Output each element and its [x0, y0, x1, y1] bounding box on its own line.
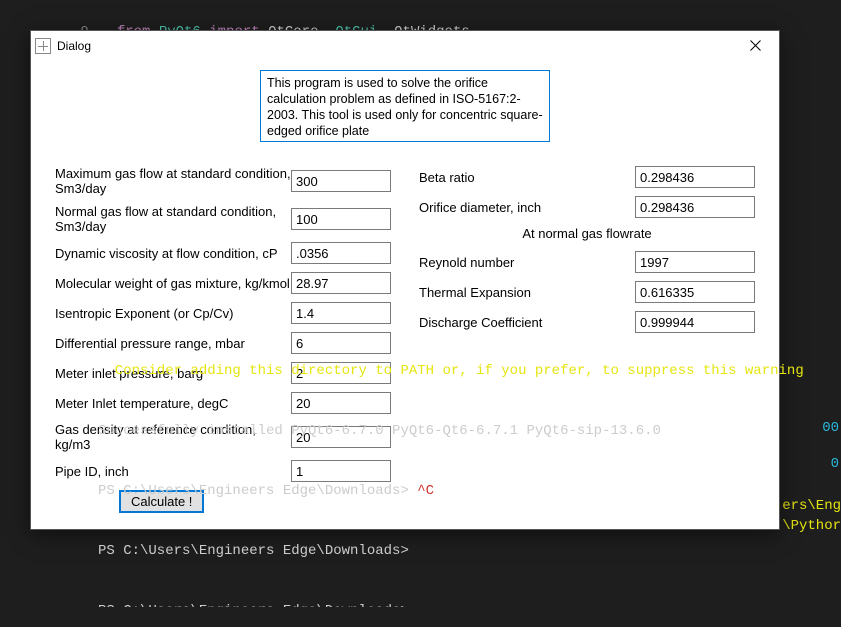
field-label: Dynamic viscosity at flow condition, cP — [55, 246, 291, 261]
close-icon — [750, 40, 761, 51]
window-title: Dialog — [57, 39, 91, 53]
terminal[interactable]: Consider adding this directory to PATH o… — [98, 321, 841, 627]
terminal-line: Consider adding this directory to PATH o… — [98, 361, 841, 381]
normal-gas-flow-input[interactable] — [291, 208, 391, 230]
field-label: Normal gas flow at standard condition, S… — [55, 204, 291, 234]
field-label: Maximum gas flow at standard condition, … — [55, 166, 291, 196]
field-label: Molecular weight of gas mixture, kg/kmol — [55, 276, 291, 291]
field-label: Orifice diameter, inch — [419, 200, 635, 215]
field-label: Beta ratio — [419, 170, 635, 185]
beta-ratio-output[interactable] — [635, 166, 755, 188]
terminal-line: PS C:\Users\Engineers Edge\Downloads> ^C — [98, 481, 841, 501]
titlebar[interactable]: Dialog — [31, 31, 779, 60]
orifice-diameter-output[interactable] — [635, 196, 755, 218]
field-label: Isentropic Exponent (or Cp/Cv) — [55, 306, 291, 321]
terminal-line: PS C:\Users\Engineers Edge\Downloads> — [98, 541, 841, 561]
dynamic-viscosity-input[interactable] — [291, 242, 391, 264]
max-gas-flow-input[interactable] — [291, 170, 391, 192]
terminal-line: PS C:\Users\Engineers Edge\Downloads> — [98, 601, 841, 607]
thermal-expansion-output[interactable] — [635, 281, 755, 303]
reynold-number-output[interactable] — [635, 251, 755, 273]
subheading: At normal gas flowrate — [419, 226, 755, 241]
close-button[interactable] — [735, 32, 775, 60]
description-box[interactable]: This program is used to solve the orific… — [260, 70, 550, 142]
terminal-line: Successfully installed PyQt6-6.7.0 PyQt6… — [98, 421, 841, 441]
window-icon — [35, 38, 51, 54]
molecular-weight-input[interactable] — [291, 272, 391, 294]
field-label: Reynold number — [419, 255, 635, 270]
field-label: Thermal Expansion — [419, 285, 635, 300]
